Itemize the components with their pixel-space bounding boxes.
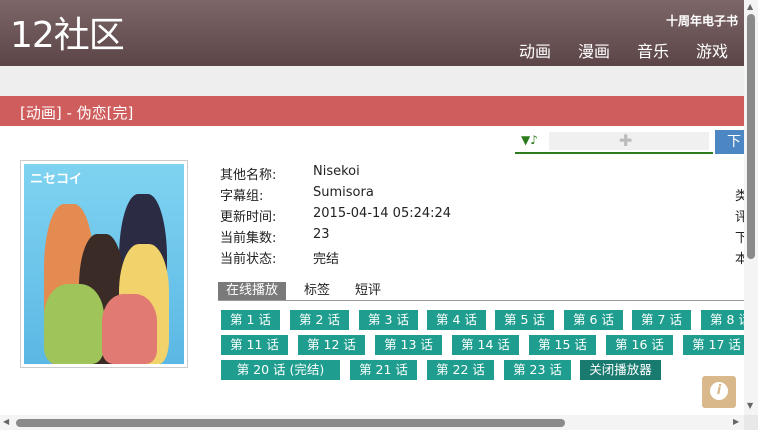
scrollbar-corner [744, 415, 758, 430]
episode-button[interactable]: 第 21 话 [350, 360, 417, 380]
info-value: 23 [313, 227, 330, 242]
episode-button[interactable]: 第 8 话 [701, 310, 744, 330]
vertical-scroll-thumb[interactable] [747, 14, 755, 259]
music-player[interactable]: ▼♪ ✚ [515, 130, 713, 154]
horizontal-scrollbar[interactable]: ◀ ▶ [0, 415, 744, 430]
episode-button[interactable]: 第 7 话 [632, 310, 691, 330]
nav-item-games[interactable]: 游戏 [696, 38, 728, 62]
info-label: 字幕组: [220, 189, 264, 204]
episode-button[interactable]: 第 14 话 [452, 335, 519, 355]
episode-button[interactable]: 第 3 话 [359, 310, 418, 330]
scroll-left-icon[interactable]: ◀ [3, 417, 9, 426]
episode-button[interactable]: 第 12 话 [298, 335, 365, 355]
page-title: [动画] - 伪恋[完] [20, 104, 134, 122]
info-label: 当前状态: [220, 252, 277, 267]
title-bar: [动画] - 伪恋[完] [0, 96, 744, 126]
main-nav: 动画 漫画 音乐 游戏 [519, 38, 728, 62]
episode-button[interactable]: 第 13 话 [375, 335, 442, 355]
info-button[interactable]: i [702, 376, 736, 408]
music-note-icon[interactable]: ▼♪ [521, 133, 538, 147]
episode-button[interactable]: 第 15 话 [529, 335, 596, 355]
nav-item-anime[interactable]: 动画 [519, 38, 551, 62]
episode-list: 第 1 话 第 2 话 第 3 话 第 4 话 第 5 话 第 6 话 第 7 … [220, 308, 744, 380]
horizontal-scroll-thumb[interactable] [16, 419, 565, 427]
tab-online-play[interactable]: 在线播放 [218, 282, 287, 300]
cover-image: ニセコイ [20, 160, 188, 368]
episode-button[interactable]: 第 22 话 [427, 360, 494, 380]
plugin-area: ✚ [549, 131, 709, 150]
content-tabs: 在线播放 标签 短评 [218, 282, 744, 301]
scroll-down-icon[interactable]: ▼ [747, 401, 753, 410]
episode-button[interactable]: 第 2 话 [290, 310, 349, 330]
episode-button[interactable]: 第 1 话 [221, 310, 280, 330]
info-value: 完结 [313, 252, 340, 267]
info-value: Nisekoi [313, 164, 360, 179]
episode-button[interactable]: 第 16 话 [606, 335, 673, 355]
nav-item-manga[interactable]: 漫画 [578, 38, 610, 62]
tab-short-reviews[interactable]: 短评 [347, 282, 389, 300]
episode-button[interactable]: 第 11 话 [221, 335, 288, 355]
info-icon: i [710, 382, 728, 400]
tab-tags[interactable]: 标签 [296, 282, 338, 300]
episode-button[interactable]: 第 5 话 [495, 310, 554, 330]
download-button[interactable]: 下 [715, 130, 744, 154]
nav-item-music[interactable]: 音乐 [637, 38, 669, 62]
info-value: 2015-04-14 05:24:24 [313, 206, 452, 221]
site-logo[interactable]: 12社区 [10, 14, 125, 58]
episode-button[interactable]: 第 17 话 [683, 335, 744, 355]
info-value: Sumisora [313, 185, 374, 200]
episode-button[interactable]: 第 4 话 [427, 310, 486, 330]
info-label: 更新时间: [220, 210, 277, 225]
info-label: 其他名称: [220, 168, 277, 183]
close-player-button[interactable]: 关闭播放器 [580, 360, 661, 380]
puzzle-plugin-icon: ✚ [619, 131, 633, 150]
scroll-right-icon[interactable]: ▶ [733, 417, 739, 426]
spacer-band [0, 66, 744, 96]
episode-button[interactable]: 第 23 话 [504, 360, 571, 380]
cover-art: ニセコイ [24, 164, 184, 364]
info-label: 当前集数: [220, 231, 277, 246]
scroll-up-icon[interactable]: ▲ [747, 2, 753, 11]
vertical-scrollbar[interactable]: ▲ ▼ [744, 0, 758, 415]
episode-button[interactable]: 第 6 话 [564, 310, 623, 330]
episode-button[interactable]: 第 20 话 (完结) [221, 360, 340, 380]
site-header: 12社区 十周年电子书 动画 漫画 音乐 游戏 [0, 0, 744, 67]
ebook-link[interactable]: 十周年电子书 [666, 12, 738, 29]
cover-logo: ニセコイ [30, 172, 83, 187]
